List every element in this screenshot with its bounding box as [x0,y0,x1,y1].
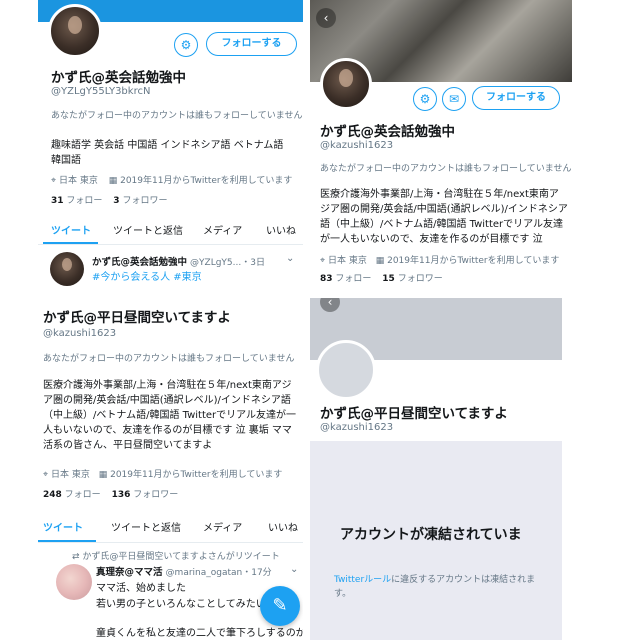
followers-link[interactable]: 3 フォロワー [113,196,167,206]
mail-icon[interactable]: ✉ [442,87,466,111]
tab-media[interactable]: メディア [203,519,242,534]
tweet-avatar[interactable] [50,252,84,286]
tweet-hashtags[interactable]: #今から会える人 #東京 [92,268,202,283]
mutual-follow-note: あなたがフォロー中のアカウントは誰もフォローしていません [320,164,572,174]
tab-tweets-and-replies[interactable]: ツイートと返信 [113,222,183,237]
profile-panel-current: かず氏@平日昼間空いてますよ @kazushi1623 あなたがフォロー中のアカ… [38,290,303,640]
chevron-down-icon[interactable]: ⌄ [286,253,294,264]
mutual-follow-note: あなたがフォロー中のアカウントは誰もフォローしていません [43,354,295,364]
tweet-meta: @marina_ogatan・17分 [165,568,272,578]
profile-location: 日本 東京 [58,176,98,186]
profile-panel-original: ⚙ フォローする かず氏@英会話勉強中 @YZLgY55LY3bkrcN あなた… [38,0,303,290]
tweet-author[interactable]: かず氏@英会話勉強中 [92,257,187,268]
profile-location: 日本 東京 [50,470,90,480]
back-arrow-icon[interactable]: ‹ [316,8,336,28]
calendar-icon: ▦ [98,470,108,480]
following-link[interactable]: 83 フォロー [320,274,371,284]
tab-media[interactable]: メディア [203,222,242,237]
profile-handle: @kazushi1623 [43,328,117,339]
profile-panel-renamed: ‹ ⚙ ✉ フォローする かず氏@英会話勉強中 @kazushi1623 あなた… [310,0,572,290]
tab-tweets[interactable]: ツイート [43,519,83,534]
profile-handle: @YZLgY55LY3bkrcN [51,86,151,97]
profile-bio: 医療介護海外事業部/上海・台湾駐在５年/next東南アジア圏の開発/英会話/中国… [320,189,568,245]
tab-likes[interactable]: いいね [266,222,296,237]
divider [38,542,303,543]
suspended-title: アカウントが凍結されていま [340,527,522,543]
gear-icon[interactable]: ⚙ [174,33,198,57]
twitter-rules-link[interactable]: Twitterルール [334,575,391,585]
following-link[interactable]: 31 フォロー [51,196,102,206]
following-link[interactable]: 248 フォロー [43,490,101,500]
compose-tweet-button[interactable]: ✎ [260,586,300,626]
avatar[interactable] [320,58,372,110]
profile-bio: 医療介護海外事業部/上海・台湾駐在５年/next東南アジア圏の開発/英会話/中国… [43,380,297,451]
tweet-header: 真理奈@ママ活 @marina_ogatan・17分 [96,564,272,578]
retweet-indicator: ⇄ かず氏@平日昼間空いてますよさんがリツイート [72,549,280,562]
profile-joined-date: 2019年11月からTwitterを利用しています [387,256,560,266]
profile-location: 日本 東京 [327,256,367,266]
profile-joined-date: 2019年11月からTwitterを利用しています [110,470,283,480]
suspended-notice: アカウントが凍結されていま Twitterルールに違反するアカウントは凍結されま… [310,441,562,640]
profile-name: かず氏@英会話勉強中 [320,124,455,140]
tweet-avatar[interactable] [56,564,92,600]
calendar-icon: ▦ [108,176,118,186]
mutual-follow-note: あなたがフォロー中のアカウントは誰もフォローしていません [51,111,303,121]
profile-handle: @kazushi1623 [320,422,394,433]
followers-link[interactable]: 136 フォロワー [112,490,179,500]
follow-button[interactable]: フォローする [472,86,560,110]
avatar-placeholder [316,340,376,400]
suspended-message: Twitterルールに違反するアカウントは凍結されます。 [334,575,536,599]
avatar[interactable] [48,4,102,58]
retweet-icon: ⇄ [72,552,80,562]
calendar-icon: ▦ [375,256,385,266]
tab-likes[interactable]: いいね [268,519,298,534]
location-icon: ⌖ [43,470,49,480]
profile-bio: 趣味語学 英会話 中国語 インドネシア語 ベトナム語 韓国語 [51,140,284,166]
profile-name: かず氏@平日昼間空いてますよ [320,406,508,422]
profile-panel-suspended: ‹ かず氏@平日昼間空いてますよ @kazushi1623 アカウントが凍結され… [310,298,562,640]
location-icon: ⌖ [320,256,326,266]
gear-icon[interactable]: ⚙ [413,87,437,111]
followers-link[interactable]: 15 フォロワー [382,274,442,284]
tweet-meta: @YZLgY5...・3日 [190,258,265,268]
tweet-text-line-3: 童貞くんを私と友達の二人で筆下ろしするのが最 [96,628,303,639]
profile-name: かず氏@英会話勉強中 [51,70,186,86]
profile-handle: @kazushi1623 [320,140,394,151]
follow-button[interactable]: フォローする [206,32,297,56]
profile-name: かず氏@平日昼間空いてますよ [43,310,231,326]
tweet-text-line-1: ママ活、始めました [96,583,186,594]
follow-stats: 248 フォロー 136 フォロワー [43,487,178,500]
divider [38,244,303,245]
follow-stats: 83 フォロー 15 フォロワー [320,271,443,284]
follow-stats: 31 フォロー 3 フォロワー [51,193,167,206]
tab-tweets-and-replies[interactable]: ツイートと返信 [111,519,181,534]
profile-joined-date: 2019年11月からTwitterを利用しています [120,176,293,186]
tweet-text-line-2: 若い男の子といろんなことしてみたい [96,599,266,610]
tab-tweets[interactable]: ツイート [51,222,91,237]
tweet-author[interactable]: 真理奈@ママ活 [96,567,163,578]
tweet-header: かず氏@英会話勉強中 @YZLgY5...・3日 [92,254,265,268]
chevron-down-icon[interactable]: ⌄ [290,564,298,575]
retweet-note: かず氏@平日昼間空いてますよさんがリツイート [82,552,280,562]
location-icon: ⌖ [51,176,57,186]
